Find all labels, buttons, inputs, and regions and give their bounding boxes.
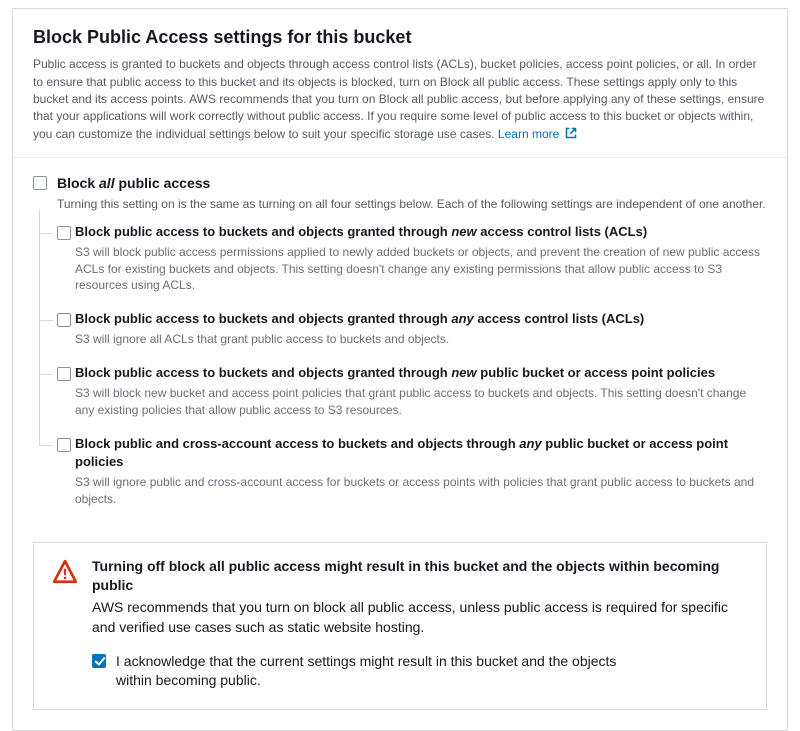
option-new-acls-checkbox[interactable] bbox=[57, 226, 71, 240]
option-any-policies-desc: S3 will ignore public and cross-account … bbox=[75, 474, 767, 508]
acknowledge-row: I acknowledge that the current settings … bbox=[92, 652, 632, 691]
option-any-acls: Block public access to buckets and objec… bbox=[39, 310, 767, 348]
block-all-checkbox[interactable] bbox=[33, 176, 47, 190]
warning-content: Turning off block all public access migh… bbox=[92, 557, 748, 691]
warning-box: Turning off block all public access migh… bbox=[33, 542, 767, 710]
panel-description-text: Public access is granted to buckets and … bbox=[33, 57, 764, 141]
option-any-policies-checkbox[interactable] bbox=[57, 438, 71, 452]
learn-more-link[interactable]: Learn more bbox=[498, 127, 577, 141]
panel-title: Block Public Access settings for this bu… bbox=[33, 25, 767, 50]
external-link-icon bbox=[565, 127, 577, 139]
option-any-policies-label: Block public and cross-account access to… bbox=[75, 435, 767, 471]
panel-description: Public access is granted to buckets and … bbox=[33, 56, 767, 143]
option-any-acls-label: Block public access to buckets and objec… bbox=[75, 310, 767, 328]
acknowledge-checkbox[interactable] bbox=[92, 654, 106, 668]
option-new-policies-label: Block public access to buckets and objec… bbox=[75, 364, 767, 382]
block-all-setting: Block all public access Turning this set… bbox=[33, 174, 767, 212]
option-new-policies-desc: S3 will block new bucket and access poin… bbox=[75, 385, 767, 419]
warning-text: AWS recommends that you turn on block al… bbox=[92, 597, 748, 638]
option-new-policies: Block public access to buckets and objec… bbox=[39, 364, 767, 419]
option-new-acls-label: Block public access to buckets and objec… bbox=[75, 223, 767, 241]
warning-title: Turning off block all public access migh… bbox=[92, 557, 748, 596]
option-any-acls-desc: S3 will ignore all ACLs that grant publi… bbox=[75, 331, 767, 348]
settings-body: Block all public access Turning this set… bbox=[13, 158, 787, 534]
option-new-acls-desc: S3 will block public access permissions … bbox=[75, 244, 767, 294]
option-new-policies-checkbox[interactable] bbox=[57, 367, 71, 381]
learn-more-label: Learn more bbox=[498, 127, 559, 141]
block-public-access-panel: Block Public Access settings for this bu… bbox=[12, 8, 788, 731]
option-any-acls-checkbox[interactable] bbox=[57, 313, 71, 327]
option-new-acls: Block public access to buckets and objec… bbox=[39, 223, 767, 295]
block-all-label: Block all public access bbox=[57, 174, 766, 194]
warning-icon bbox=[52, 559, 78, 585]
panel-header: Block Public Access settings for this bu… bbox=[13, 9, 787, 157]
settings-tree: Block public access to buckets and objec… bbox=[39, 223, 767, 508]
acknowledge-label: I acknowledge that the current settings … bbox=[116, 652, 632, 691]
block-all-sub: Turning this setting on is the same as t… bbox=[57, 196, 766, 213]
option-any-policies: Block public and cross-account access to… bbox=[39, 435, 767, 508]
